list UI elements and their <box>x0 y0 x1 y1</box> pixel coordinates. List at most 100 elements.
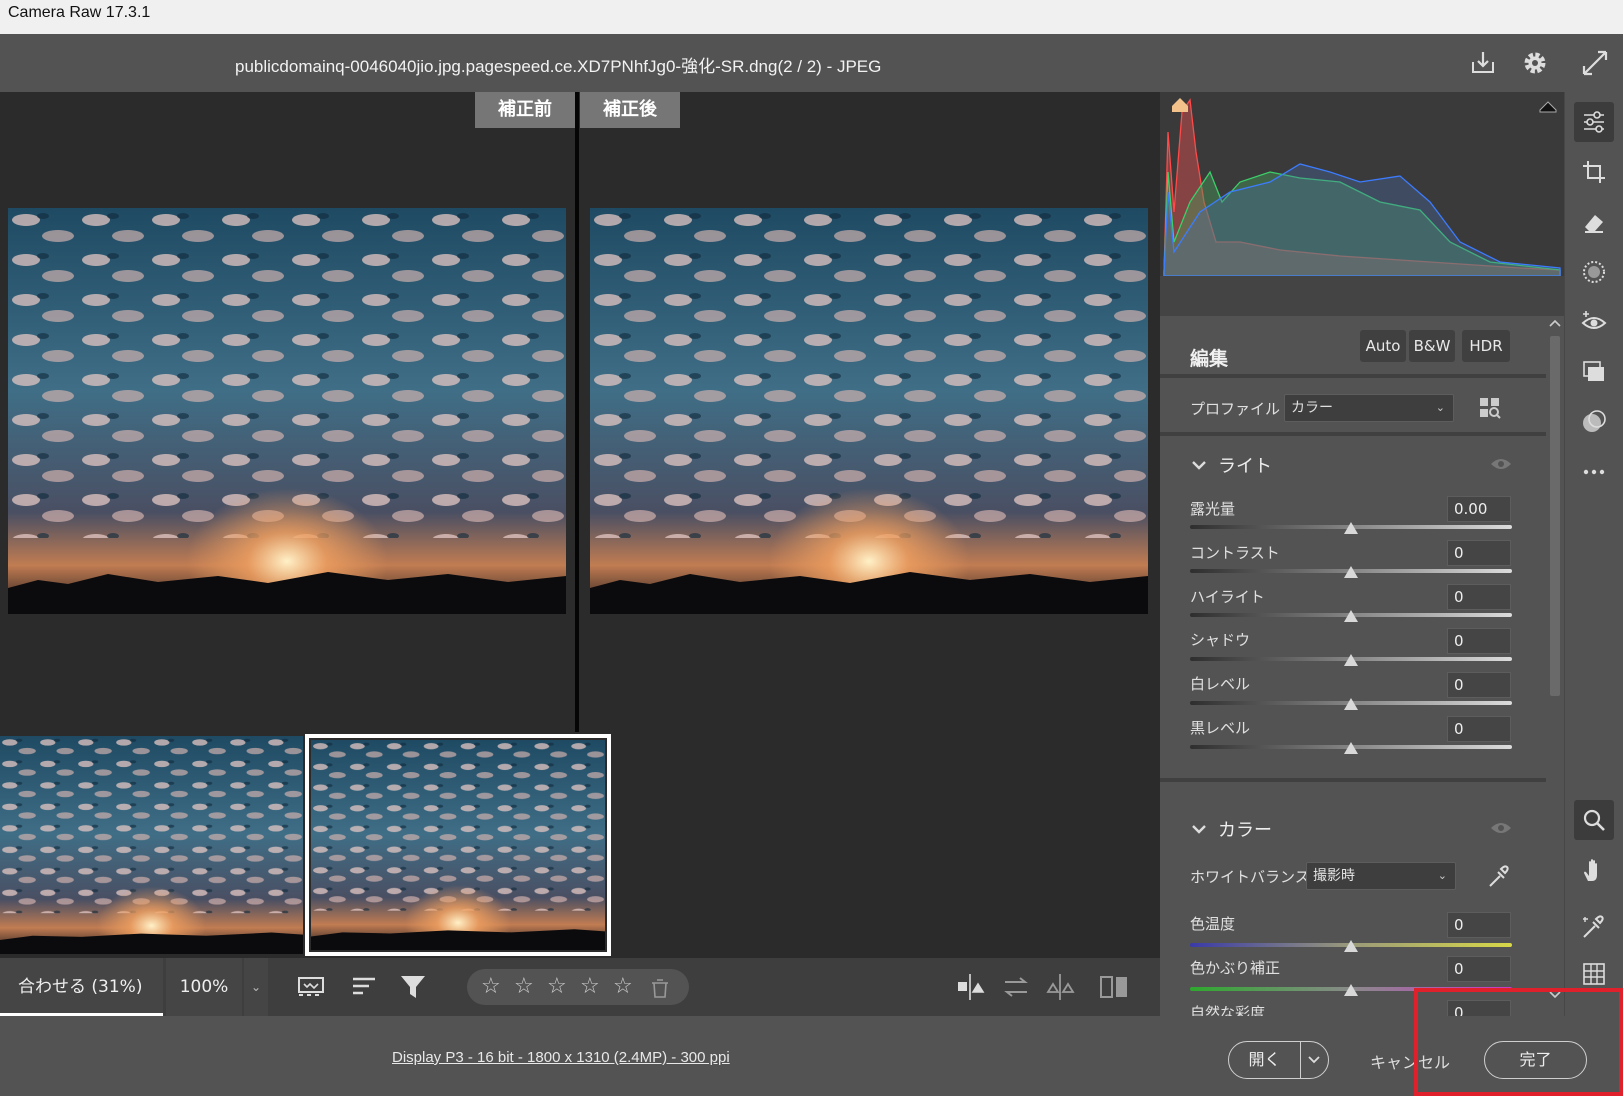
presets-tool-button[interactable] <box>1574 402 1614 442</box>
zoom-dropdown[interactable]: ⌄ <box>244 958 268 1016</box>
color-section-title[interactable]: カラー <box>1218 816 1272 842</box>
shadows-slider-handle[interactable] <box>1344 654 1358 666</box>
hand-tool-button[interactable] <box>1574 850 1614 890</box>
shadows-value[interactable]: 0 <box>1447 628 1511 654</box>
white-balance-select[interactable]: 撮影時 ⌄ <box>1306 862 1456 890</box>
gear-icon[interactable] <box>1520 48 1550 78</box>
zoom-100-button[interactable]: 100% <box>166 958 242 1016</box>
rating-stars: ☆ ☆ ☆ ☆ ☆ <box>467 969 689 1005</box>
eye-icon[interactable] <box>1490 820 1512 836</box>
after-photo <box>590 208 1148 614</box>
sort-icon[interactable] <box>349 972 381 1002</box>
file-name: publicdomainq-0046040jio.jpg.pagespeed.c… <box>235 57 882 76</box>
more-icon <box>1583 469 1605 475</box>
filmstrip-options-icon[interactable] <box>296 972 328 1002</box>
crop-tool-button[interactable] <box>1574 152 1614 192</box>
swap-before-after-icon[interactable] <box>1000 972 1032 1002</box>
light-section-title[interactable]: ライト <box>1218 452 1272 478</box>
edit-tool-button[interactable] <box>1574 102 1614 142</box>
open-dropdown-chevron-icon[interactable] <box>1307 1054 1321 1066</box>
blacks-label: 黒レベル <box>1190 719 1251 737</box>
profile-select[interactable]: カラー ⌄ <box>1284 394 1454 422</box>
chevron-down-icon[interactable] <box>1190 456 1208 474</box>
trash-icon[interactable] <box>649 977 671 999</box>
rating-star-1[interactable]: ☆ <box>481 974 501 999</box>
hand-icon <box>1584 859 1597 881</box>
highlights-label: ハイライト <box>1190 588 1265 606</box>
rating-star-2[interactable]: ☆ <box>514 974 534 999</box>
blacks-slider-handle[interactable] <box>1344 742 1358 754</box>
mask-icon <box>1583 261 1605 283</box>
exposure-slider-handle[interactable] <box>1344 522 1358 534</box>
eyedropper-icon[interactable] <box>1486 864 1510 890</box>
header-bar: publicdomainq-0046040jio.jpg.pagespeed.c… <box>0 34 1623 92</box>
filmstrip <box>0 732 1160 958</box>
profile-browser-icon[interactable] <box>1478 396 1502 420</box>
rating-star-4[interactable]: ☆ <box>580 974 600 999</box>
chevron-down-icon[interactable] <box>1190 820 1208 838</box>
temperature-label: 色温度 <box>1190 915 1236 933</box>
contrast-value[interactable]: 0 <box>1447 540 1511 566</box>
temperature-value[interactable]: 0 <box>1447 912 1511 938</box>
white-balance-value: 撮影時 <box>1313 868 1355 884</box>
mask-tool-button[interactable] <box>1574 252 1614 292</box>
exposure-value[interactable]: 0.00 <box>1447 496 1511 522</box>
tint-value[interactable]: 0 <box>1447 956 1511 982</box>
presets-icon <box>1583 410 1606 432</box>
fullscreen-icon[interactable] <box>1580 48 1610 78</box>
zoom-tool-button[interactable] <box>1574 800 1614 840</box>
eye-icon[interactable] <box>1490 456 1512 472</box>
sliders-icon <box>1584 111 1604 133</box>
eyedropper-icon <box>1583 915 1604 938</box>
selected-thumbnail-frame <box>305 734 611 956</box>
highlights-slider-handle[interactable] <box>1344 610 1358 622</box>
panel-divider <box>1160 374 1546 378</box>
whites-value[interactable]: 0 <box>1447 672 1511 698</box>
scrollbar-thumb[interactable] <box>1550 336 1560 696</box>
panel-scrollbar[interactable] <box>1546 316 1564 1016</box>
before-label: 補正前 <box>475 92 575 128</box>
blacks-value[interactable]: 0 <box>1447 716 1511 742</box>
panel-divider <box>1160 778 1546 782</box>
contrast-slider-handle[interactable] <box>1344 566 1358 578</box>
fit-zoom-button[interactable]: 合わせる (31%) <box>0 958 163 1016</box>
more-tool-button[interactable] <box>1574 452 1614 492</box>
bw-button[interactable]: B&W <box>1409 330 1455 362</box>
filter-icon[interactable] <box>398 972 430 1002</box>
histogram <box>1160 92 1564 276</box>
histogram-info-bar <box>1160 276 1564 316</box>
open-button[interactable]: 開く <box>1229 1042 1301 1078</box>
rating-star-3[interactable]: ☆ <box>547 974 567 999</box>
magnifier-icon <box>1583 809 1605 831</box>
filmstrip-thumbnail-1[interactable] <box>0 736 303 954</box>
exposure-label: 露光量 <box>1190 500 1236 518</box>
shadows-label: シャドウ <box>1190 631 1251 649</box>
hdr-button[interactable]: HDR <box>1462 330 1510 362</box>
profile-value: カラー <box>1291 400 1333 416</box>
save-download-icon[interactable] <box>1468 48 1498 78</box>
highlight-annotation-box <box>1414 988 1623 1096</box>
auto-button[interactable]: Auto <box>1360 330 1406 362</box>
before-after-view-icon[interactable] <box>955 972 987 1002</box>
tint-slider-handle[interactable] <box>1344 984 1358 996</box>
white-balance-tool-button[interactable] <box>1574 907 1614 947</box>
whites-label: 白レベル <box>1190 675 1251 693</box>
copy-settings-icon[interactable] <box>1045 972 1077 1002</box>
red-eye-tool-button[interactable] <box>1574 302 1614 342</box>
temperature-slider-handle[interactable] <box>1344 940 1358 952</box>
footer-bar: Display P3 - 16 bit - 1800 x 1310 (2.4MP… <box>0 1016 1623 1096</box>
toggle-adjustments-icon[interactable] <box>1098 972 1130 1002</box>
preview-canvas[interactable]: 補正前 補正後 <box>0 92 1160 732</box>
remove-tool-button[interactable] <box>1574 202 1614 242</box>
chevron-up-icon[interactable] <box>1549 318 1561 328</box>
snapshots-tool-button[interactable] <box>1574 352 1614 392</box>
workflow-options-link[interactable]: Display P3 - 16 bit - 1800 x 1310 (2.4MP… <box>392 1049 730 1066</box>
rating-star-5[interactable]: ☆ <box>613 974 633 999</box>
chevron-down-icon: ⌄ <box>1437 869 1447 882</box>
whites-slider-handle[interactable] <box>1344 698 1358 710</box>
crop-icon <box>1583 161 1605 183</box>
highlights-value[interactable]: 0 <box>1447 584 1511 610</box>
edit-panel: 編集 Auto B&W HDR プロファイル カラー ⌄ ライト 露光量 0.00… <box>1160 316 1546 1016</box>
before-photo <box>8 208 566 614</box>
chevron-down-icon: ⌄ <box>1435 401 1445 414</box>
